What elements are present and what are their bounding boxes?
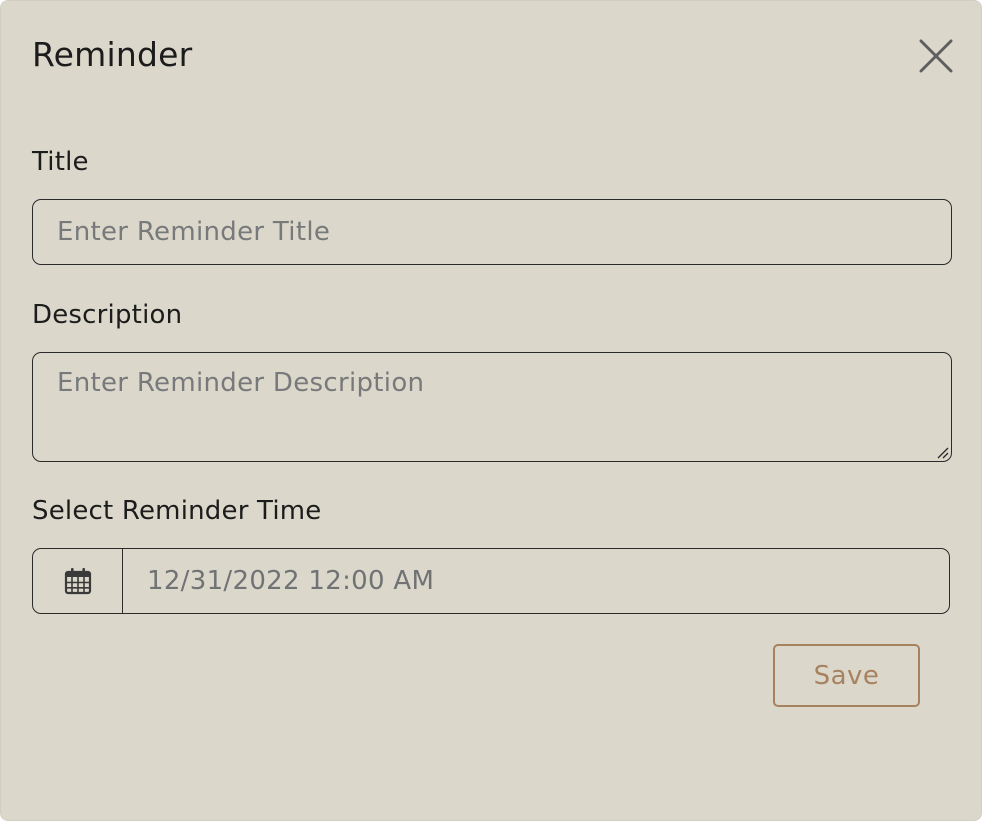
resize-handle-icon[interactable] <box>934 444 949 459</box>
title-input[interactable] <box>32 199 952 265</box>
description-textarea[interactable] <box>32 352 952 462</box>
calendar-icon <box>64 568 91 595</box>
reminder-dialog: Reminder Title Description Select Remind… <box>0 0 982 821</box>
close-button[interactable] <box>913 35 959 77</box>
reminder-time-label: Select Reminder Time <box>32 496 322 526</box>
save-button[interactable]: Save <box>773 644 920 707</box>
calendar-button[interactable] <box>33 549 123 613</box>
reminder-time-picker <box>32 548 950 614</box>
description-label: Description <box>32 300 183 330</box>
dialog-title: Reminder <box>32 35 193 74</box>
close-icon <box>919 39 953 73</box>
reminder-time-input[interactable] <box>123 549 949 613</box>
title-label: Title <box>32 147 89 177</box>
